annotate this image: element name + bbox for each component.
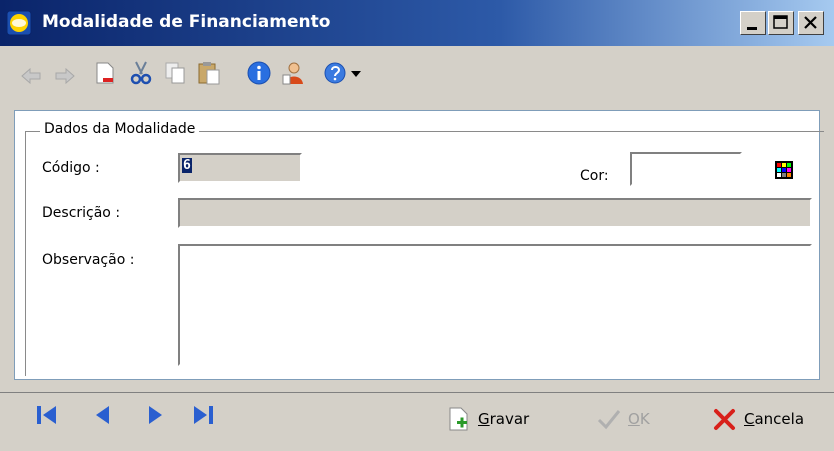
toolbar [0,50,834,100]
cancel-x-icon [714,409,735,430]
cancela-label: ancela [754,410,805,428]
cancela-button[interactable]: Cancela [712,406,804,432]
observacao-field[interactable] [178,244,812,366]
app-icon [6,10,32,36]
descricao-label: Descrição : [42,205,121,221]
title-bar[interactable]: Modalidade de Financiamento [0,0,834,46]
codigo-value: 6 [182,158,192,173]
maximize-button[interactable] [768,11,794,35]
info-icon[interactable] [246,60,272,86]
minimize-button[interactable] [740,11,766,35]
color-picker-icon[interactable] [774,160,794,180]
window-title: Modalidade de Financiamento [42,12,331,32]
ok-label: K [639,410,650,428]
first-record-icon[interactable] [34,402,60,428]
next-record-icon[interactable] [142,402,168,428]
paste-icon[interactable] [196,60,222,86]
ok-check-icon [597,410,621,430]
ok-access-key: O [628,410,640,428]
user-icon[interactable] [280,60,306,86]
forward-icon[interactable] [52,60,78,86]
new-document-icon[interactable] [92,60,118,86]
financing-modality-window: Modalidade de Financiamento Dados da Mod… [0,0,834,450]
descricao-field[interactable] [178,198,812,228]
dropdown-arrow-icon[interactable] [350,70,362,78]
cor-field[interactable] [630,152,742,186]
copy-icon[interactable] [162,60,188,86]
back-icon[interactable] [18,60,44,86]
last-record-icon[interactable] [190,402,216,428]
observacao-label: Observação : [42,252,135,268]
codigo-label: Código : [42,160,100,176]
close-icon [804,16,817,29]
cut-icon[interactable] [128,60,154,86]
gravar-button[interactable]: Gravar [446,406,529,432]
bottom-bar [0,392,834,451]
cancela-access-key: C [744,410,755,428]
gravar-label: ravar [489,410,530,428]
group-legend: Dados da Modalidade [40,121,200,137]
maximize-icon [773,15,788,29]
save-icon [449,407,468,431]
minimize-icon [747,27,757,30]
close-button[interactable] [798,11,824,35]
ok-button[interactable]: OK [596,406,650,432]
codigo-field[interactable]: 6 [178,153,302,183]
cor-label: Cor: [580,168,609,184]
gravar-access-key: G [478,410,490,428]
previous-record-icon[interactable] [90,402,116,428]
help-icon[interactable] [322,60,348,86]
